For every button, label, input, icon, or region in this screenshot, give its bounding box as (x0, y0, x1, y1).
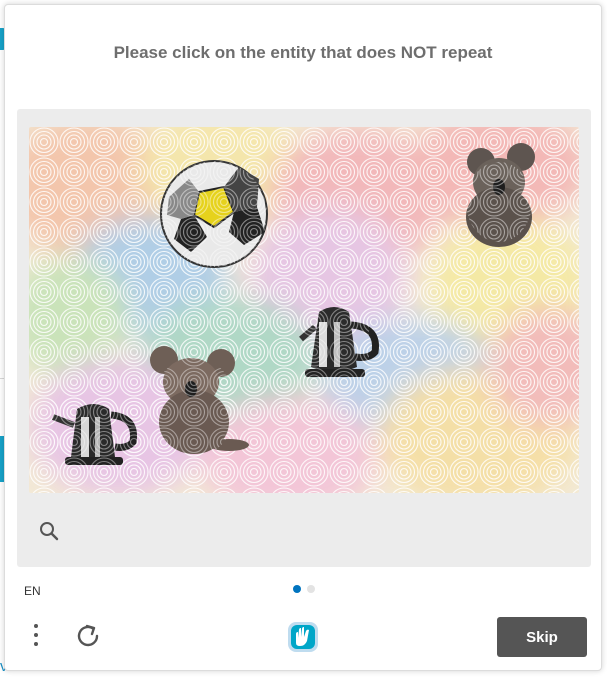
skip-button[interactable]: Skip (497, 617, 587, 657)
kettle-figure-1 (299, 307, 379, 379)
hand-logo-icon (288, 622, 318, 652)
magnifier-icon (40, 522, 59, 541)
task-panel (17, 109, 591, 567)
captcha-challenge-dialog: Please click on the entity that does NOT… (4, 4, 602, 671)
refresh-button[interactable] (73, 621, 103, 651)
more-options-button[interactable] (27, 621, 45, 651)
koala-figure-2 (150, 346, 249, 457)
challenge-prompt: Please click on the entity that does NOT… (113, 43, 493, 62)
kettle-figure-2 (51, 397, 141, 469)
koala-figure-1 (466, 143, 535, 247)
language-selector[interactable]: EN (24, 584, 41, 598)
kebab-menu-icon (27, 624, 45, 646)
soccer-ball-figure (160, 160, 268, 268)
zoom-button[interactable] (37, 519, 61, 543)
challenge-pagination (293, 585, 315, 593)
page-dot-1 (293, 585, 301, 593)
challenge-image[interactable] (29, 127, 579, 493)
page-dot-2 (307, 585, 315, 593)
hcaptcha-logo (285, 619, 321, 655)
refresh-icon (77, 624, 99, 647)
